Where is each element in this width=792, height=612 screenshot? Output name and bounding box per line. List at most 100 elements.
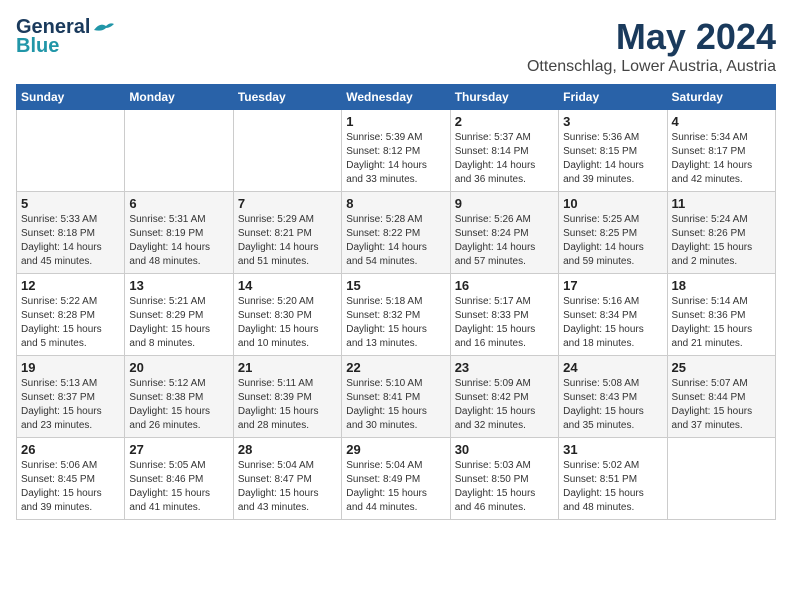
calendar-cell: 6 Sunrise: 5:31 AM Sunset: 8:19 PM Daylig…	[125, 192, 233, 274]
day-info: Sunrise: 5:31 AM Sunset: 8:19 PM Dayligh…	[129, 213, 228, 269]
day-number: 5	[21, 196, 120, 211]
day-info: Sunrise: 5:17 AM Sunset: 8:33 PM Dayligh…	[455, 295, 554, 351]
day-number: 9	[455, 196, 554, 211]
calendar-cell: 20Sunrise: 5:12 AM Sunset: 8:38 PM Dayli…	[125, 356, 233, 438]
day-number: 10	[563, 196, 662, 211]
title-block: May 2024 Ottenschlag, Lower Austria, Aus…	[527, 16, 776, 76]
calendar-cell: 17 Sunrise: 5:16 AM Sunset: 8:34 PM Dayli…	[559, 274, 667, 356]
day-info: Sunrise: 5:16 AM Sunset: 8:34 PM Dayligh…	[563, 295, 662, 351]
day-number: 24	[563, 360, 662, 375]
calendar-cell: 26 Sunrise: 5:06 AM Sunset: 8:45 PM Dayli…	[17, 438, 125, 520]
day-info: Sunrise: 5:24 AM Sunset: 8:26 PM Dayligh…	[672, 213, 771, 269]
calendar-cell: 14Sunrise: 5:20 AM Sunset: 8:30 PM Dayli…	[233, 274, 341, 356]
calendar-cell: 10 Sunrise: 5:25 AM Sunset: 8:25 PM Dayli…	[559, 192, 667, 274]
day-number: 28	[238, 442, 337, 457]
day-number: 6	[129, 196, 228, 211]
day-info: Sunrise: 5:07 AM Sunset: 8:44 PM Dayligh…	[672, 377, 771, 433]
day-number: 26	[21, 442, 120, 457]
day-header-sunday: Sunday	[17, 85, 125, 110]
day-info: Sunrise: 5:14 AM Sunset: 8:36 PM Dayligh…	[672, 295, 771, 351]
day-number: 2	[455, 114, 554, 129]
logo: General Blue	[16, 16, 114, 58]
week-row-1: 1Sunrise: 5:39 AM Sunset: 8:12 PM Daylig…	[17, 110, 776, 192]
day-number: 29	[346, 442, 445, 457]
header-row: SundayMondayTuesdayWednesdayThursdayFrid…	[17, 85, 776, 110]
day-number: 19	[21, 360, 120, 375]
day-info: Sunrise: 5:34 AM Sunset: 8:17 PM Dayligh…	[672, 131, 771, 187]
day-number: 13	[129, 278, 228, 293]
day-number: 11	[672, 196, 771, 211]
day-info: Sunrise: 5:02 AM Sunset: 8:51 PM Dayligh…	[563, 459, 662, 515]
calendar-cell	[125, 110, 233, 192]
month-title: May 2024	[527, 16, 776, 58]
day-header-friday: Friday	[559, 85, 667, 110]
calendar-cell: 31 Sunrise: 5:02 AM Sunset: 8:51 PM Dayli…	[559, 438, 667, 520]
day-info: Sunrise: 5:26 AM Sunset: 8:24 PM Dayligh…	[455, 213, 554, 269]
day-info: Sunrise: 5:08 AM Sunset: 8:43 PM Dayligh…	[563, 377, 662, 433]
calendar-table: SundayMondayTuesdayWednesdayThursdayFrid…	[16, 84, 776, 520]
calendar-cell: 24 Sunrise: 5:08 AM Sunset: 8:43 PM Dayli…	[559, 356, 667, 438]
calendar-cell: 21Sunrise: 5:11 AM Sunset: 8:39 PM Dayli…	[233, 356, 341, 438]
logo-blue: Blue	[16, 35, 59, 58]
day-number: 25	[672, 360, 771, 375]
day-header-tuesday: Tuesday	[233, 85, 341, 110]
day-info: Sunrise: 5:28 AM Sunset: 8:22 PM Dayligh…	[346, 213, 445, 269]
day-number: 27	[129, 442, 228, 457]
day-info: Sunrise: 5:33 AM Sunset: 8:18 PM Dayligh…	[21, 213, 120, 269]
day-number: 17	[563, 278, 662, 293]
calendar-cell: 4 Sunrise: 5:34 AM Sunset: 8:17 PM Daylig…	[667, 110, 775, 192]
day-info: Sunrise: 5:18 AM Sunset: 8:32 PM Dayligh…	[346, 295, 445, 351]
calendar-cell	[667, 438, 775, 520]
day-info: Sunrise: 5:10 AM Sunset: 8:41 PM Dayligh…	[346, 377, 445, 433]
day-info: Sunrise: 5:39 AM Sunset: 8:12 PM Dayligh…	[346, 131, 445, 187]
day-info: Sunrise: 5:25 AM Sunset: 8:25 PM Dayligh…	[563, 213, 662, 269]
day-info: Sunrise: 5:03 AM Sunset: 8:50 PM Dayligh…	[455, 459, 554, 515]
day-number: 8	[346, 196, 445, 211]
day-info: Sunrise: 5:22 AM Sunset: 8:28 PM Dayligh…	[21, 295, 120, 351]
day-number: 23	[455, 360, 554, 375]
day-info: Sunrise: 5:04 AM Sunset: 8:47 PM Dayligh…	[238, 459, 337, 515]
day-header-wednesday: Wednesday	[342, 85, 450, 110]
calendar-cell: 11 Sunrise: 5:24 AM Sunset: 8:26 PM Dayli…	[667, 192, 775, 274]
calendar-cell: 2 Sunrise: 5:37 AM Sunset: 8:14 PM Daylig…	[450, 110, 558, 192]
day-info: Sunrise: 5:12 AM Sunset: 8:38 PM Dayligh…	[129, 377, 228, 433]
day-info: Sunrise: 5:20 AM Sunset: 8:30 PM Dayligh…	[238, 295, 337, 351]
day-number: 31	[563, 442, 662, 457]
week-row-3: 12 Sunrise: 5:22 AM Sunset: 8:28 PM Dayli…	[17, 274, 776, 356]
day-info: Sunrise: 5:37 AM Sunset: 8:14 PM Dayligh…	[455, 131, 554, 187]
day-number: 30	[455, 442, 554, 457]
calendar-cell: 30 Sunrise: 5:03 AM Sunset: 8:50 PM Dayli…	[450, 438, 558, 520]
day-number: 3	[563, 114, 662, 129]
calendar-cell: 12 Sunrise: 5:22 AM Sunset: 8:28 PM Dayli…	[17, 274, 125, 356]
calendar-cell	[233, 110, 341, 192]
day-number: 22	[346, 360, 445, 375]
day-header-monday: Monday	[125, 85, 233, 110]
week-row-2: 5 Sunrise: 5:33 AM Sunset: 8:18 PM Daylig…	[17, 192, 776, 274]
calendar-cell: 23 Sunrise: 5:09 AM Sunset: 8:42 PM Dayli…	[450, 356, 558, 438]
day-info: Sunrise: 5:13 AM Sunset: 8:37 PM Dayligh…	[21, 377, 120, 433]
calendar-cell: 25 Sunrise: 5:07 AM Sunset: 8:44 PM Dayli…	[667, 356, 775, 438]
calendar-cell: 1Sunrise: 5:39 AM Sunset: 8:12 PM Daylig…	[342, 110, 450, 192]
calendar-cell: 16 Sunrise: 5:17 AM Sunset: 8:33 PM Dayli…	[450, 274, 558, 356]
day-info: Sunrise: 5:06 AM Sunset: 8:45 PM Dayligh…	[21, 459, 120, 515]
day-header-thursday: Thursday	[450, 85, 558, 110]
location-subtitle: Ottenschlag, Lower Austria, Austria	[527, 58, 776, 76]
calendar-cell: 18 Sunrise: 5:14 AM Sunset: 8:36 PM Dayli…	[667, 274, 775, 356]
calendar-cell: 22 Sunrise: 5:10 AM Sunset: 8:41 PM Dayli…	[342, 356, 450, 438]
calendar-cell: 27 Sunrise: 5:05 AM Sunset: 8:46 PM Dayli…	[125, 438, 233, 520]
page-header: General Blue May 2024 Ottenschlag, Lower…	[16, 16, 776, 76]
calendar-cell: 15Sunrise: 5:18 AM Sunset: 8:32 PM Dayli…	[342, 274, 450, 356]
day-number: 18	[672, 278, 771, 293]
calendar-cell: 28 Sunrise: 5:04 AM Sunset: 8:47 PM Dayli…	[233, 438, 341, 520]
day-info: Sunrise: 5:05 AM Sunset: 8:46 PM Dayligh…	[129, 459, 228, 515]
day-info: Sunrise: 5:21 AM Sunset: 8:29 PM Dayligh…	[129, 295, 228, 351]
day-number: 7	[238, 196, 337, 211]
day-number: 16	[455, 278, 554, 293]
day-info: Sunrise: 5:09 AM Sunset: 8:42 PM Dayligh…	[455, 377, 554, 433]
day-info: Sunrise: 5:29 AM Sunset: 8:21 PM Dayligh…	[238, 213, 337, 269]
day-number: 4	[672, 114, 771, 129]
calendar-cell: 7 Sunrise: 5:29 AM Sunset: 8:21 PM Daylig…	[233, 192, 341, 274]
day-number: 12	[21, 278, 120, 293]
calendar-cell: 13 Sunrise: 5:21 AM Sunset: 8:29 PM Dayli…	[125, 274, 233, 356]
calendar-cell: 29Sunrise: 5:04 AM Sunset: 8:49 PM Dayli…	[342, 438, 450, 520]
